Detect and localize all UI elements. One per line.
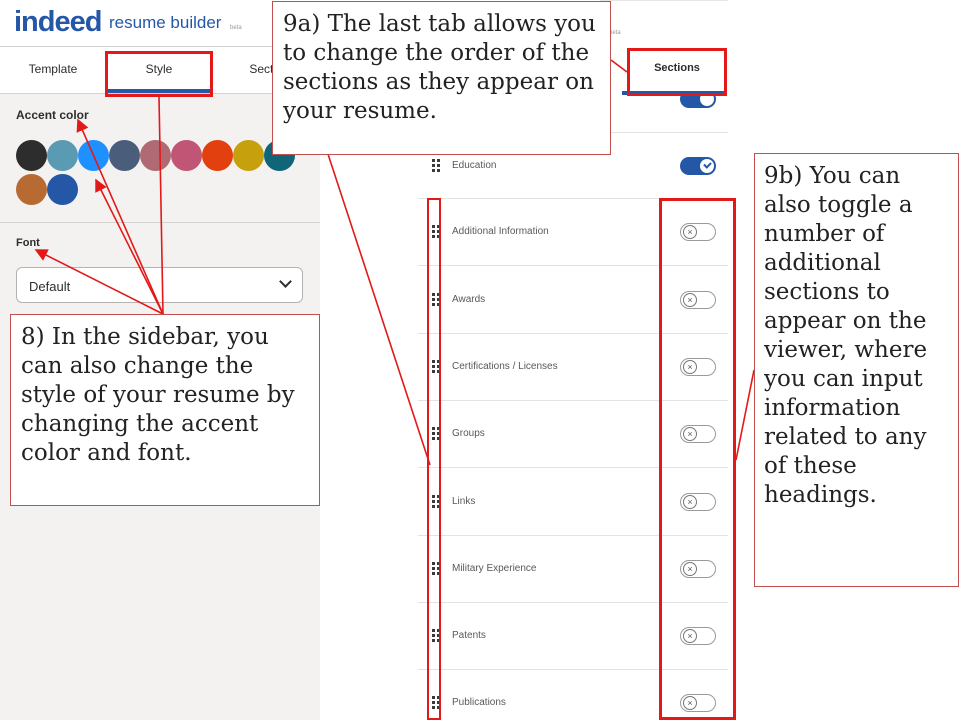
callout-9b: 9b) You can also toggle a number of addi… <box>754 153 959 587</box>
arrow-to-swatches <box>95 178 164 315</box>
arrow-to-accent-color <box>76 118 164 315</box>
callout-9a: 9a) The last tab allows you to change th… <box>272 1 611 155</box>
arrow-to-font <box>34 249 164 315</box>
line-to-drag-handles <box>325 147 431 466</box>
line-to-sections-tab <box>610 59 628 73</box>
line-to-toggles <box>735 369 755 461</box>
line-to-style-tab <box>158 96 164 315</box>
callout-8: 8) In the sidebar, you can also change t… <box>10 314 320 506</box>
